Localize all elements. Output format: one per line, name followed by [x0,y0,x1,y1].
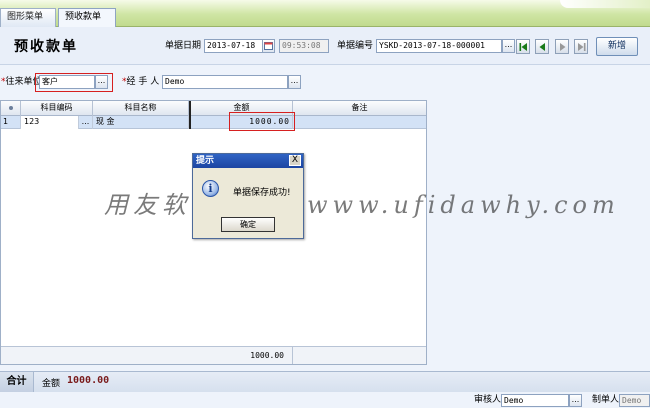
new-button[interactable]: 新增 [596,37,638,56]
col-header-name[interactable]: 科目名称 [93,101,189,116]
grid-header: 科目编码 科目名称 金额 备注 [1,101,426,116]
message-dialog: 提示 X i 单据保存成功! 确定 [192,153,304,239]
window-decoration [560,0,650,8]
next-icon [560,43,566,51]
cell-code[interactable]: 123 [21,116,79,129]
number-ellipsis-button[interactable]: ... [502,39,515,53]
dot-icon [8,106,13,110]
calendar-button[interactable] [262,39,275,53]
number-field[interactable]: YSKD-2013-07-18-000001 [376,39,502,53]
totals-bar: 合计 金额 1000.00 [0,371,650,392]
handler-label: *经 手 人 [122,77,160,87]
number-label: 单据编号 [337,41,374,51]
dialog-message: 单据保存成功! [233,188,291,198]
last-record-button[interactable] [574,39,588,54]
next-record-button[interactable] [555,39,569,54]
watermark-text: 用友软件下载：www.ufidawhy.com [104,191,620,219]
tab-strip: 图形菜单 预收款单 [0,0,650,27]
totals-amount-label: 金额 [42,379,61,389]
reviewer-label: 审核人 [474,395,502,405]
maker-label: 制单人 [592,395,620,405]
totals-label: 合计 [0,372,34,392]
totals-amount-value: 1000.00 [67,375,110,386]
tab-graphic-menu[interactable]: 图形菜单 [0,8,56,27]
close-icon: X [291,155,299,165]
col-header-note[interactable]: 备注 [293,101,426,116]
grid-footer-amount: 1000.00 [189,347,293,364]
last-icon [578,43,586,51]
prev-icon [539,43,545,51]
time-field: 09:53:08 [279,39,329,53]
maker-field: Demo [619,394,650,407]
dialog-title: 提示 [193,154,303,168]
page-title: 预收款单 [14,39,78,55]
grid-summary-row: 1000.00 [1,346,426,364]
first-icon [519,43,527,51]
reviewer-field[interactable]: Demo [501,394,569,407]
party-row: *往来单位 客户 ... *经 手 人 Demo ... [0,66,650,98]
handler-ellipsis-button[interactable]: ... [288,75,301,89]
info-icon: i [202,180,219,197]
grid-corner [1,101,21,116]
row-index: 1 [1,116,21,129]
partner-field[interactable]: 客户 [39,75,95,89]
first-record-button[interactable] [516,39,530,54]
prev-record-button[interactable] [535,39,549,54]
dialog-close-button[interactable]: X [289,155,301,166]
signature-footer: 审核人 Demo ... 制单人 Demo [0,392,650,408]
document-header: 预收款单 单据日期 2013-07-18 09:53:08 单据编号 YSKD-… [0,27,650,65]
reviewer-ellipsis-button[interactable]: ... [569,394,582,407]
partner-ellipsis-button[interactable]: ... [95,75,108,89]
cell-code-ellipsis[interactable]: ... [79,116,93,129]
table-row[interactable]: 1 123 ... 现 金 1000.00 [1,116,426,129]
cell-name: 现 金 [93,116,189,129]
tab-receipt[interactable]: 预收款单 [58,8,116,27]
col-header-code[interactable]: 科目编码 [21,101,93,116]
calendar-icon [264,42,273,50]
amount-highlight [229,112,295,131]
handler-field[interactable]: Demo [162,75,288,89]
cell-note[interactable] [293,116,426,129]
right-blank-pane [427,100,650,365]
date-label: 单据日期 [165,41,202,51]
dialog-ok-button[interactable]: 确定 [221,217,275,232]
